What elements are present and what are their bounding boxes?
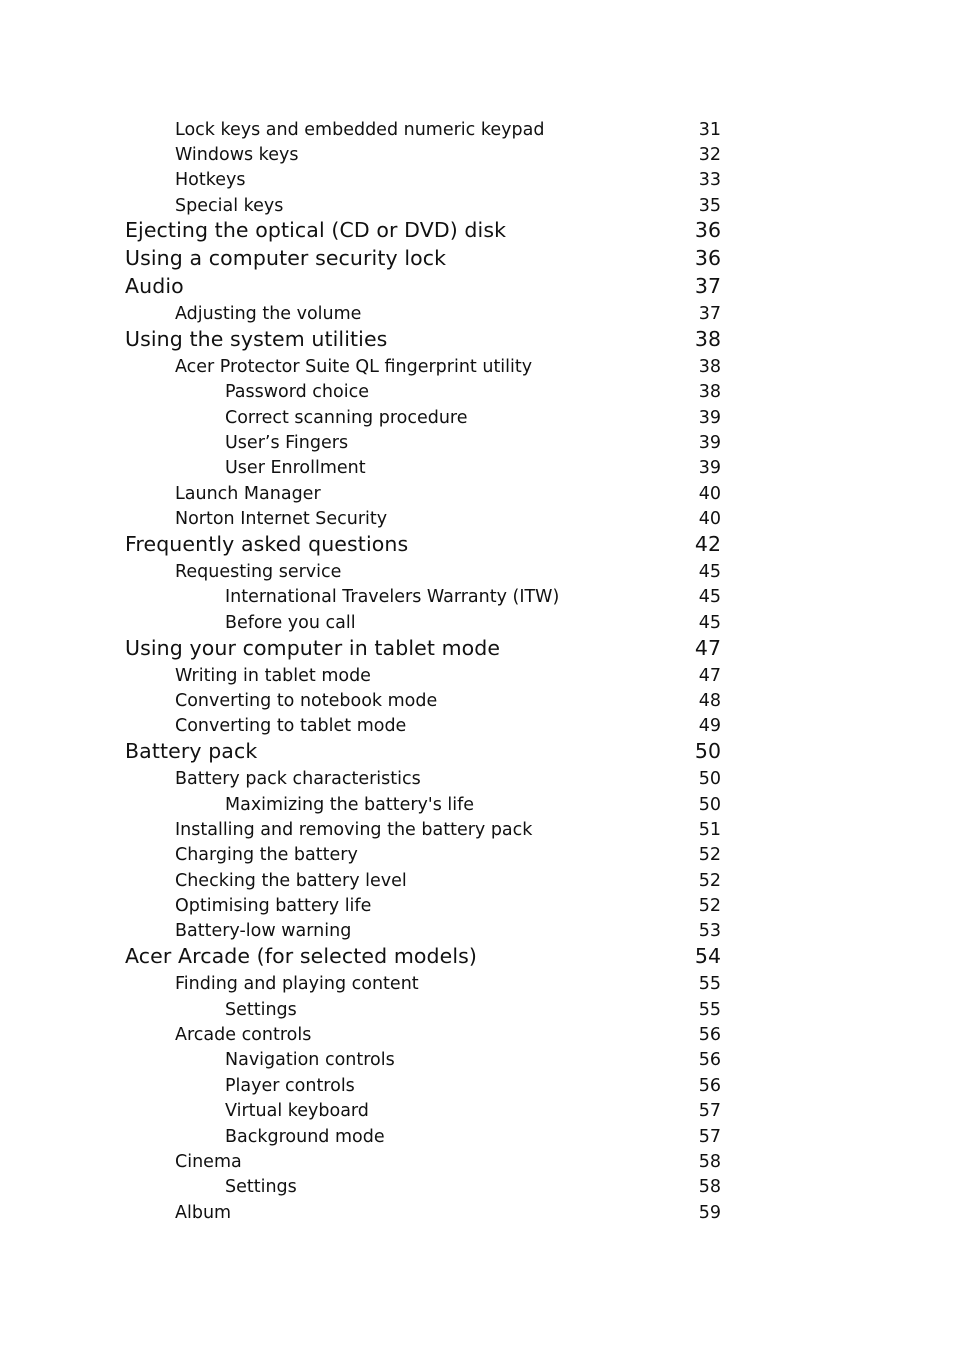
toc-entry-page-number: 50 [698,769,721,789]
toc-entry-page-number: 57 [698,1127,721,1147]
toc-entry-page-number: 37 [694,274,721,298]
toc-entry-title: Settings [225,1177,297,1197]
toc-entry-title: Optimising battery life [175,896,372,916]
toc-entry-page-number: 39 [698,458,721,478]
toc-entry-page-number: 45 [698,562,721,582]
toc-entry-page-number: 47 [694,636,721,660]
toc-entry-title: Converting to notebook mode [175,691,438,711]
toc-entry-title: Requesting service [175,562,342,582]
toc-entry-title: Navigation controls [225,1050,395,1070]
toc-entry-page-number: 52 [698,896,721,916]
toc-entry-page-number: 38 [698,382,721,402]
toc-entry-title: Finding and playing content [175,974,419,994]
toc-entry-title: Player controls [225,1076,355,1096]
toc-entry-title: Album [175,1203,232,1223]
toc-entry-page-number: 39 [698,408,721,428]
toc-entry-page-number: 50 [698,795,721,815]
toc-entry-page-number: 50 [694,739,721,763]
toc-entry-title: Background mode [225,1127,385,1147]
toc-entry-title: Lock keys and embedded numeric keypad [175,120,545,140]
toc-entry-title: Adjusting the volume [175,304,362,324]
toc-entry-title: Converting to tablet mode [175,716,407,736]
toc-entry-title: International Travelers Warranty (ITW) [225,587,560,607]
toc-entry-page-number: 31 [698,120,721,140]
toc-entry-title: Ejecting the optical (CD or DVD) disk [125,218,507,242]
toc-entry-page-number: 52 [698,871,721,891]
toc-entry-title: Audio [125,274,184,298]
toc-entry-title: Special keys [175,196,284,216]
toc-entry-title: Battery pack [125,739,258,763]
toc-entry-title: Settings [225,1000,297,1020]
toc-entry-page-number: 40 [698,484,721,504]
toc-entry-page-number: 47 [698,666,721,686]
toc-entry-title: Correct scanning procedure [225,408,468,428]
toc-entry-page-number: 52 [698,845,721,865]
toc-entry-title: Hotkeys [175,170,246,190]
toc-entry-page-number: 55 [698,974,721,994]
toc-entry-page-number: 58 [698,1177,721,1197]
toc-entry-page-number: 45 [698,587,721,607]
toc-entry-title: Norton Internet Security [175,509,388,529]
toc-entry-page-number: 55 [698,1000,721,1020]
toc-entry-page-number: 32 [698,145,721,165]
toc-entry-page-number: 45 [698,613,721,633]
toc-entry-title: Password choice [225,382,369,402]
toc-entry-title: Arcade controls [175,1025,312,1045]
toc-entry-title: Battery-low warning [175,921,352,941]
toc-entry-title: Before you call [225,613,356,633]
toc-entry-title: Acer Protector Suite QL fingerprint util… [175,357,533,377]
toc-entry-page-number: 56 [698,1025,721,1045]
toc-entry-title: Checking the battery level [175,871,407,891]
toc-entry-title: Launch Manager [175,484,321,504]
toc-entry-page-number: 40 [698,509,721,529]
toc-entry-page-number: 36 [694,218,721,242]
toc-entry-title: User Enrollment [225,458,366,478]
toc-entry-page-number: 48 [698,691,721,711]
toc-entry-title: Battery pack characteristics [175,769,421,789]
toc-entry-page-number: 51 [698,820,721,840]
toc-entry-title: Using the system utilities [125,327,388,351]
toc-entry-title: Acer Arcade (for selected models) [125,944,478,968]
toc-entry-title: Installing and removing the battery pack [175,820,533,840]
toc-entry-title: User’s Fingers [225,433,349,453]
toc-entry-page-number: 42 [694,532,721,556]
toc-entry-title: Frequently asked questions [125,532,409,556]
toc-entry-page-number: 57 [698,1101,721,1121]
toc-entry-title: Maximizing the battery's life [225,795,475,815]
toc-entry-page-number: 53 [698,921,721,941]
toc-entry-page-number: 56 [698,1050,721,1070]
toc-entry-title: Cinema [175,1152,242,1172]
toc-entry-title: Windows keys [175,145,299,165]
toc-entry-page-number: 59 [698,1203,721,1223]
toc-entry-page-number: 58 [698,1152,721,1172]
toc-entry-title: Writing in tablet mode [175,666,371,686]
toc-entry-page-number: 33 [698,170,721,190]
toc-entry-page-number: 54 [694,944,721,968]
toc-entry-title: Using your computer in tablet mode [125,636,501,660]
toc-entry-page-number: 35 [698,196,721,216]
toc-entry-page-number: 49 [698,716,721,736]
toc-entry-page-number: 56 [698,1076,721,1096]
toc-entry-page-number: 39 [698,433,721,453]
toc-entry-page-number: 36 [694,246,721,270]
toc-entry-title: Charging the battery [175,845,358,865]
toc-entry-page-number: 38 [694,327,721,351]
toc-entry-title: Virtual keyboard [225,1101,369,1121]
toc-entry-page-number: 37 [698,304,721,324]
toc-entry-title: Using a computer security lock [125,246,447,270]
toc-entry-page-number: 38 [698,357,721,377]
